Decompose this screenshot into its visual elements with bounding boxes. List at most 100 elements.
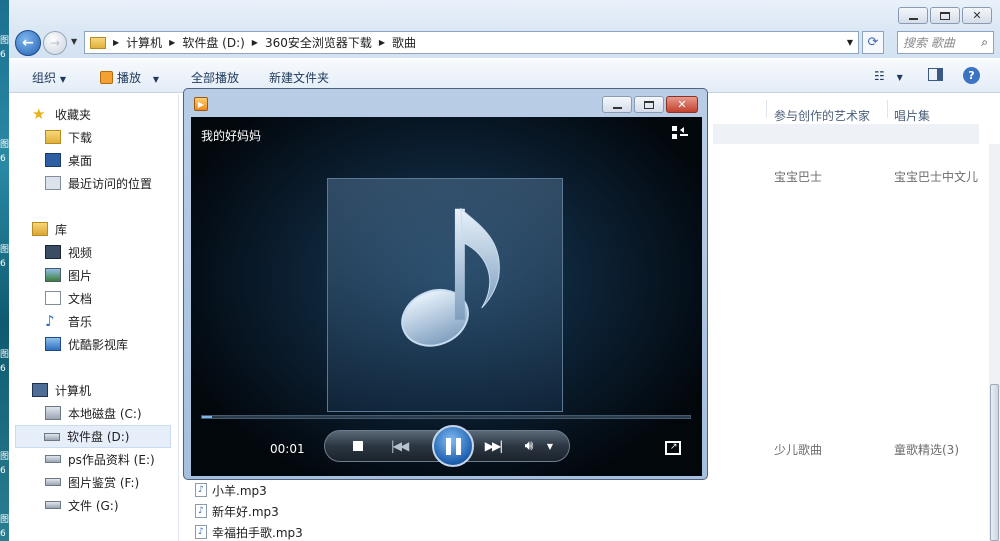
breadcrumb-chevron-icon[interactable]: ▶ (378, 38, 386, 47)
player-title-bar[interactable]: ▶ ✕ (184, 89, 707, 117)
nav-label: 软件盘 (D:) (67, 430, 130, 444)
nav-drive-c[interactable]: 本地磁盘 (C:) (45, 403, 142, 423)
nav-label: 收藏夹 (55, 107, 92, 122)
address-dropdown-icon[interactable]: ▼ (847, 38, 853, 47)
history-dropdown-icon[interactable]: ▼ (71, 37, 77, 46)
skip-next-icon: ▶▶| (484, 439, 503, 453)
play-button[interactable]: 播放 ▼ (100, 69, 159, 86)
nav-drive-g[interactable]: 文件 (G:) (45, 495, 119, 515)
nav-label: 下载 (68, 130, 93, 145)
system-drive-icon (45, 406, 61, 420)
library-icon (32, 222, 48, 236)
close-button[interactable]: ✕ (962, 7, 992, 24)
mute-button[interactable]: 🔊︎ (518, 431, 540, 461)
transport-controls: |◀◀ ▶▶| 🔊︎ ▼ (324, 425, 570, 467)
seek-bar[interactable] (201, 415, 691, 419)
breadcrumb-chevron-icon[interactable]: ▶ (168, 38, 176, 47)
desktop-icon (45, 153, 61, 167)
nav-youku-library[interactable]: 优酷影视库 (45, 334, 128, 354)
breadcrumb-download-folder[interactable]: 360安全浏览器下载 (259, 34, 378, 51)
view-options-button[interactable]: ☷ ▼ (874, 69, 903, 83)
nav-label: 图片鉴赏 (F:) (68, 475, 140, 490)
column-divider[interactable] (766, 100, 767, 118)
nav-label: 本地磁盘 (C:) (68, 406, 142, 421)
previous-button[interactable]: |◀◀ (379, 431, 419, 461)
drive-icon (44, 432, 60, 441)
music-note-icon (401, 207, 500, 347)
group-header[interactable] (713, 124, 979, 144)
column-header-artist[interactable]: 参与创作的艺术家 (774, 107, 870, 124)
play-all-button[interactable]: 全部播放 (191, 69, 239, 86)
address-bar[interactable]: ▶ 计算机 ▶ 软件盘 (D:) ▶ 360安全浏览器下载 ▶ 歌曲 ▼ (84, 31, 859, 54)
file-row[interactable]: ♪ 新年好.mp3 (195, 502, 279, 520)
nav-libraries[interactable]: 库 (32, 219, 67, 239)
volume-dropdown[interactable]: ▼ (543, 431, 557, 461)
forward-button[interactable]: → (43, 31, 67, 55)
nav-computer[interactable]: 计算机 (32, 380, 91, 400)
column-divider[interactable] (887, 100, 888, 118)
breadcrumb-songs[interactable]: 歌曲 (386, 34, 422, 51)
breadcrumb-drive[interactable]: 软件盘 (D:) (176, 34, 250, 51)
nav-documents[interactable]: 文档 (45, 288, 92, 308)
folder-icon (90, 36, 106, 49)
arrow-right-icon: → (49, 36, 61, 50)
picture-library-icon (45, 268, 61, 282)
vertical-scrollbar[interactable] (989, 144, 1000, 541)
stop-button[interactable] (347, 431, 369, 461)
nav-videos[interactable]: 视频 (45, 242, 92, 262)
back-button[interactable]: ← (15, 30, 41, 56)
nav-drive-e[interactable]: ps作品资料 (E:) (45, 449, 155, 469)
nav-music[interactable]: ♪ 音乐 (45, 311, 92, 331)
nav-drive-d[interactable]: 软件盘 (D:) (15, 425, 171, 448)
row-artist: 少儿歌曲 (774, 443, 823, 457)
column-header-album[interactable]: 唱片集 (894, 107, 930, 124)
nav-pictures[interactable]: 图片 (45, 265, 92, 285)
player-minimize-button[interactable] (602, 96, 632, 113)
stop-icon (353, 441, 363, 451)
nav-favorites[interactable]: ★ 收藏夹 (32, 104, 91, 124)
minimize-icon (612, 106, 622, 109)
nav-drive-f[interactable]: 图片鉴赏 (F:) (45, 472, 139, 492)
fullscreen-button[interactable]: ↗ (665, 441, 681, 455)
chevron-down-icon: ▼ (152, 75, 159, 84)
drive-icon (45, 478, 61, 486)
player-maximize-button[interactable] (634, 96, 664, 113)
breadcrumb-chevron-icon[interactable]: ▶ (251, 38, 259, 47)
recent-places-icon (45, 176, 61, 190)
skip-previous-icon: |◀◀ (390, 439, 409, 453)
organize-label: 组织 (32, 71, 57, 85)
desktop-icon-label: 6 (0, 529, 6, 539)
play-label: 播放 (117, 71, 142, 85)
nav-label: ps作品资料 (E:) (68, 452, 155, 467)
next-button[interactable]: ▶▶| (475, 431, 511, 461)
seek-bar-fill (202, 416, 212, 418)
player-close-button[interactable]: ✕ (666, 96, 698, 113)
desktop-icon-label: 6 (0, 259, 6, 269)
pause-icon (445, 437, 461, 455)
preview-pane-button[interactable] (928, 68, 943, 84)
downloads-folder-icon (45, 130, 61, 144)
search-input[interactable]: 搜索 歌曲 ⌕ (897, 31, 994, 54)
preview-pane-icon (928, 68, 943, 81)
organize-button[interactable]: 组织 ▼ (32, 69, 66, 86)
nav-recent-places[interactable]: 最近访问的位置 (45, 173, 152, 193)
breadcrumb-chevron-icon[interactable]: ▶ (112, 38, 120, 47)
nav-label: 文件 (G:) (68, 498, 119, 513)
refresh-button[interactable]: ⟳ (862, 31, 884, 54)
switch-to-library-icon[interactable] (670, 125, 690, 141)
nav-downloads[interactable]: 下载 (45, 127, 92, 147)
help-button[interactable]: ? (963, 67, 980, 84)
refresh-icon: ⟳ (867, 35, 879, 50)
nav-desktop[interactable]: 桌面 (45, 150, 92, 170)
nav-label: 图片 (68, 268, 93, 283)
breadcrumb-computer[interactable]: 计算机 (120, 34, 168, 51)
minimize-button[interactable] (898, 7, 928, 24)
file-row[interactable]: ♪ 小羊.mp3 (195, 481, 267, 499)
new-folder-button[interactable]: 新建文件夹 (269, 69, 329, 86)
maximize-button[interactable] (930, 7, 960, 24)
title-bar[interactable]: ✕ (9, 0, 1000, 30)
scrollbar-thumb[interactable] (990, 384, 999, 541)
file-row[interactable]: ♪ 幸福拍手歌.mp3 (195, 523, 303, 541)
pause-button[interactable] (432, 425, 474, 467)
album-art (327, 178, 563, 412)
